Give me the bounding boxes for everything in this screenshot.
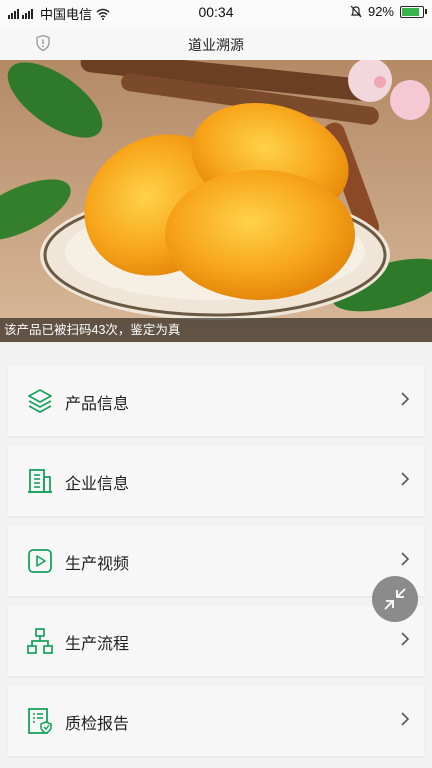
chevron-right-icon (401, 392, 410, 406)
peach-photo (0, 60, 432, 342)
bell-mute-icon (350, 5, 362, 18)
chevron-right-icon (401, 552, 410, 566)
nav-bar: 道业溯源 (0, 26, 432, 60)
battery-icon (400, 5, 427, 18)
menu-item-inspection-report[interactable]: 质检报告 (8, 686, 424, 756)
collapse-arrows-icon (384, 588, 406, 610)
chevron-right-icon (401, 472, 410, 486)
menu-item-label: 生产视频 (65, 556, 130, 573)
battery-fill (402, 7, 420, 16)
menu-item-company-info[interactable]: 企业信息 (8, 446, 424, 516)
product-hero-image: 该产品已被扫码43次，鉴定为真 (0, 60, 432, 342)
menu-item-production-process[interactable]: 生产流程 (8, 606, 424, 676)
menu-item-product-info[interactable]: 产品信息 (8, 366, 424, 436)
battery-percent: 92% (367, 4, 394, 19)
layers-icon (28, 389, 52, 413)
page-title: 道业溯源 (188, 37, 244, 53)
status-right: 92% (350, 4, 427, 19)
menu-item-label: 质检报告 (65, 716, 130, 733)
collapse-float-button[interactable] (372, 576, 418, 622)
building-icon (28, 469, 52, 493)
video-play-icon (28, 549, 52, 573)
menu-item-label: 产品信息 (65, 396, 130, 413)
chevron-right-icon (401, 632, 410, 646)
org-chart-icon (27, 628, 53, 654)
menu-item-label: 生产流程 (65, 636, 130, 653)
status-bar: 中国电信 00:34 92% (0, 0, 432, 26)
report-shield-icon (28, 708, 52, 734)
scan-count-caption: 该产品已被扫码43次，鉴定为真 (0, 318, 432, 342)
chevron-right-icon (401, 712, 410, 726)
menu-list: 产品信息 企业信息 生产视频 生产流程 质检报告 (8, 366, 424, 766)
menu-item-label: 企业信息 (65, 476, 130, 493)
menu-item-production-video[interactable]: 生产视频 (8, 526, 424, 596)
